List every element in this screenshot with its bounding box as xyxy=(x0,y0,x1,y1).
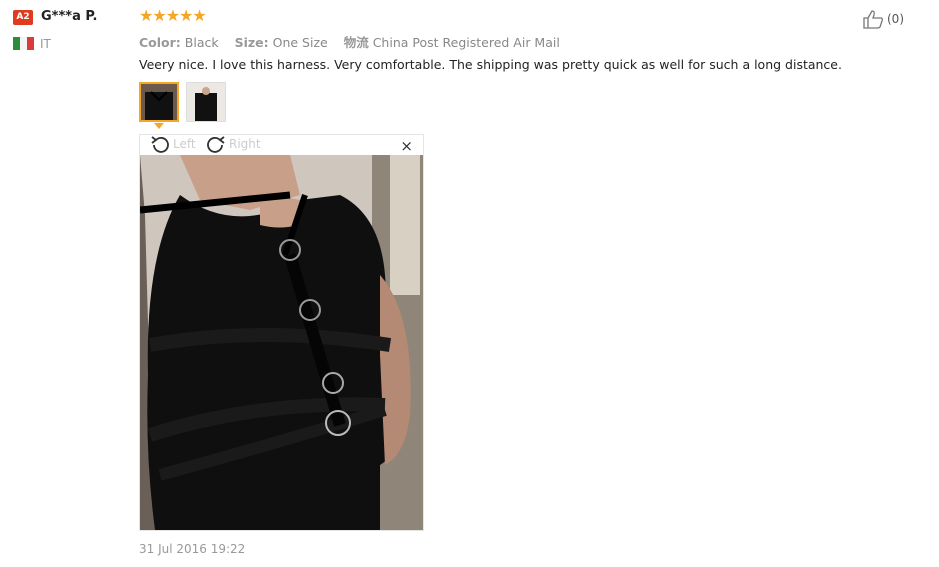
thumbnail-2[interactable] xyxy=(186,82,226,122)
reviewer-level-badge: A2 xyxy=(13,10,33,25)
color-value: Black xyxy=(184,35,219,50)
viewer-toolbar: Left Right × xyxy=(140,135,423,155)
thumbnail-1[interactable] xyxy=(139,82,179,122)
order-meta: Color: Black Size: One Size 物流 China Pos… xyxy=(139,32,572,51)
rotate-right-icon xyxy=(207,136,225,153)
like-button[interactable]: (0) xyxy=(862,9,904,29)
shipping-label: 物流 xyxy=(343,35,369,50)
star-rating: ★★★★★ xyxy=(139,6,207,25)
review-photo xyxy=(140,155,423,530)
rotate-left-label: Left xyxy=(173,137,196,151)
like-count: (0) xyxy=(887,12,904,26)
review-text: Veery nice. I love this harness. Very co… xyxy=(139,57,842,72)
rotate-left-button[interactable]: Left xyxy=(150,135,196,153)
size-value: One Size xyxy=(272,35,328,50)
review-date: 31 Jul 2016 19:22 xyxy=(139,542,246,556)
reviewer-country: IT xyxy=(40,37,51,51)
active-thumbnail-caret xyxy=(154,123,164,129)
thumbnail-strip xyxy=(139,82,226,122)
rotate-right-label: Right xyxy=(229,137,261,151)
star-icon: ★ xyxy=(152,6,166,25)
rotate-left-icon xyxy=(151,136,169,153)
star-icon: ★ xyxy=(139,6,153,25)
star-icon: ★ xyxy=(192,6,206,25)
size-label: Size: xyxy=(234,35,269,50)
close-icon[interactable]: × xyxy=(400,137,413,155)
color-label: Color: xyxy=(139,35,181,50)
star-icon: ★ xyxy=(165,6,180,25)
shipping-value: China Post Registered Air Mail xyxy=(372,35,560,50)
thumbs-up-icon xyxy=(863,10,883,29)
image-viewer: Left Right × xyxy=(139,134,424,531)
star-icon: ★ xyxy=(179,6,193,25)
rotate-right-button[interactable]: Right xyxy=(206,135,261,153)
italy-flag-icon xyxy=(13,37,34,50)
reviewer-name: G***a P. xyxy=(41,9,98,24)
